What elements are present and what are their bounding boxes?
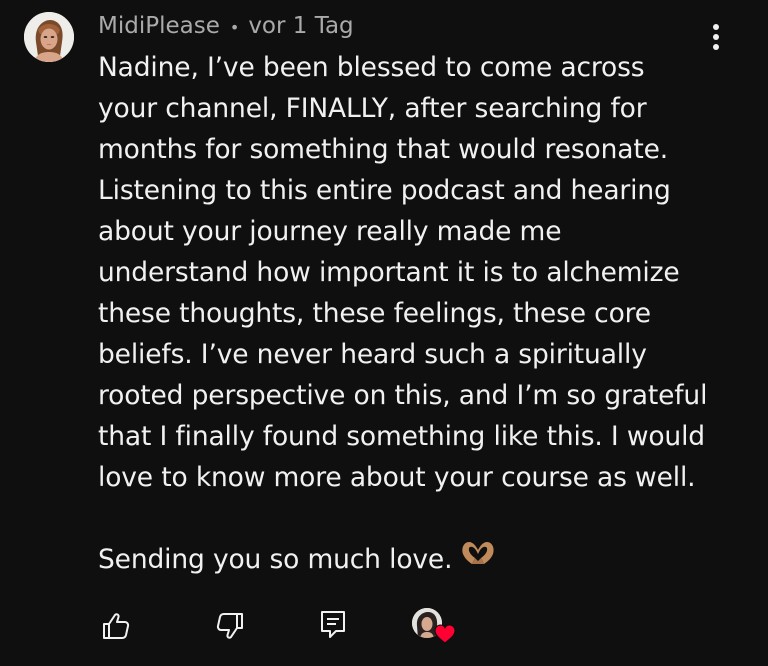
comment-line: love to know more about your course as w… [98, 462, 696, 493]
thumbs-down-icon [216, 613, 243, 639]
creator-heart-badge [412, 608, 458, 648]
reply-button[interactable] [318, 609, 348, 641]
thumbs-up-icon [103, 613, 130, 639]
comment-line: about your journey really made me [98, 216, 562, 247]
comment-line: months for something that would resonate… [98, 134, 668, 165]
comment-line: understand how important it is to alchem… [98, 257, 680, 288]
comment-line: that I finally found something like this… [98, 421, 705, 452]
heart-hands-emoji-icon [460, 537, 496, 578]
comment-line: beliefs. I’ve never heard such a spiritu… [98, 339, 647, 370]
comment-line: Listening to this entire podcast and hea… [98, 175, 671, 206]
comment-header: MidiPlease • vor 1 Tag [98, 11, 354, 41]
author-avatar[interactable] [24, 12, 74, 62]
comment-timestamp[interactable]: vor 1 Tag [248, 13, 353, 39]
like-button[interactable] [100, 610, 132, 642]
comment-closing-line: Sending you so much love. [98, 539, 738, 580]
comment-actions [0, 600, 768, 660]
comment-line: rooted perspective on this, and I’m so g… [98, 380, 708, 411]
comment-line: Nadine, I’ve been blessed to come across [98, 52, 645, 83]
reply-comment-icon [321, 611, 345, 638]
comment-text: Nadine, I’ve been blessed to come across… [98, 47, 738, 580]
comment-line: your channel, FINALLY, after searching f… [98, 93, 647, 124]
author-name[interactable]: MidiPlease [98, 13, 220, 39]
comment-line: these thoughts, these feelings, these co… [98, 298, 651, 329]
creator-heart-icon [434, 624, 456, 644]
avatar-image [24, 12, 74, 62]
dislike-button[interactable] [214, 610, 246, 642]
comment-closing-text: Sending you so much love. [98, 544, 453, 575]
meta-separator: • [229, 17, 240, 37]
